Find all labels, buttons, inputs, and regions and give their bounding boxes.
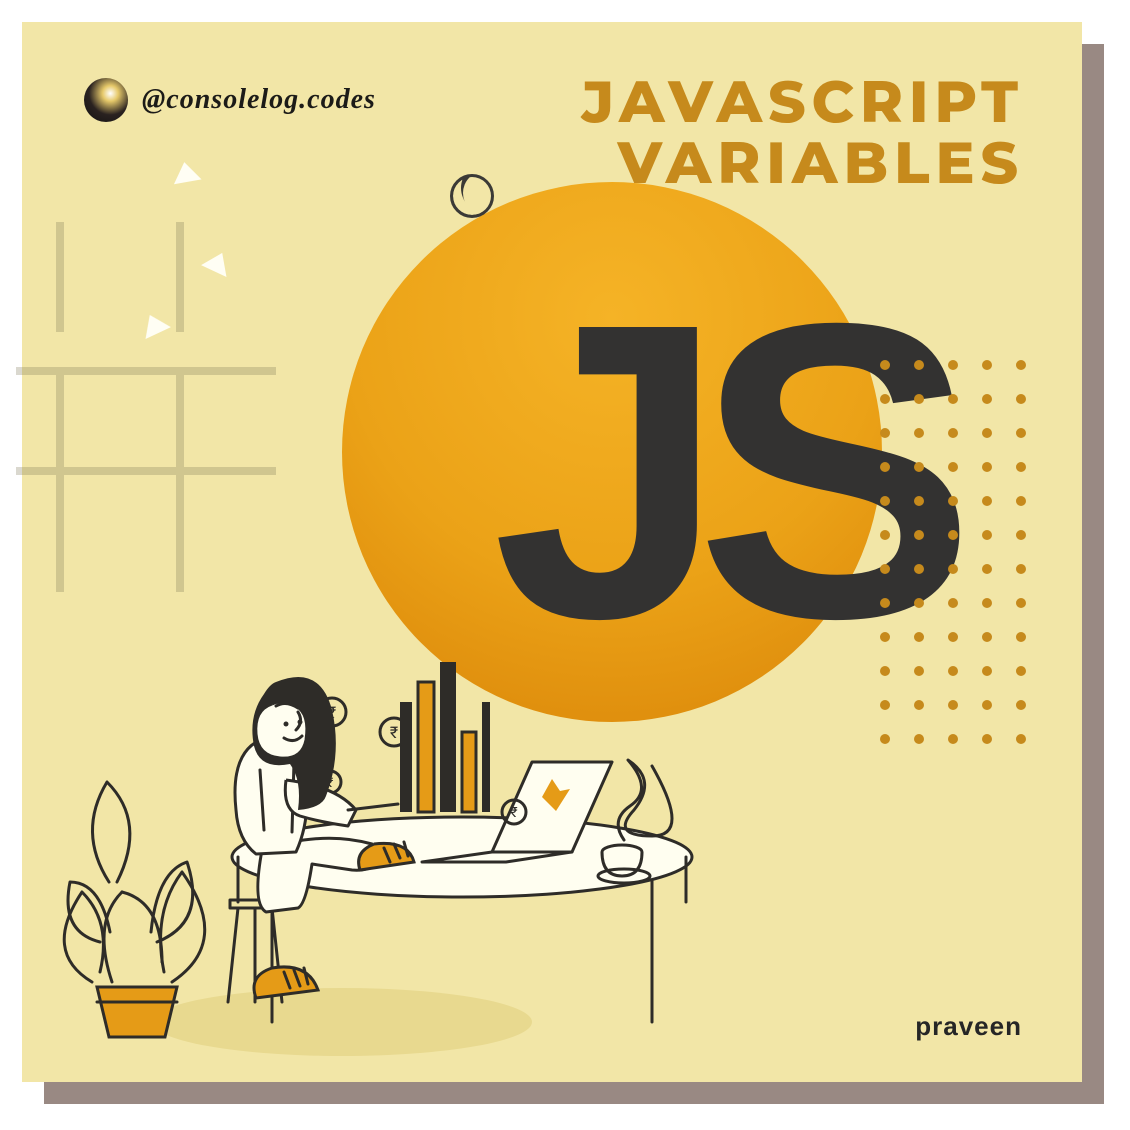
bar-chart-icon [400, 662, 490, 812]
svg-text:₹: ₹ [510, 805, 517, 821]
main-title: JAVASCRIPT VARIABLES [582, 72, 1024, 194]
svg-text:₹: ₹ [390, 723, 398, 742]
triangle-icon [170, 160, 201, 185]
plant-icon [64, 782, 205, 1037]
triangle-icon [137, 309, 171, 339]
person-at-desk-illustration: .ln{fill:none;stroke:#2e2c28;stroke-widt… [62, 582, 762, 1062]
poster-card: @consolelog.codes JAVASCRIPT VARIABLES J… [22, 22, 1082, 1082]
logo-orb-icon [84, 78, 128, 122]
title-line-1: JAVASCRIPT [582, 72, 1024, 133]
author-name: praveen [915, 1011, 1022, 1042]
crescent-icon [450, 174, 494, 218]
handle-text: @consolelog.codes [142, 84, 376, 116]
dot-grid-decoration [880, 360, 1026, 744]
account-handle: @consolelog.codes [84, 78, 376, 122]
triangle-icon [201, 247, 235, 277]
